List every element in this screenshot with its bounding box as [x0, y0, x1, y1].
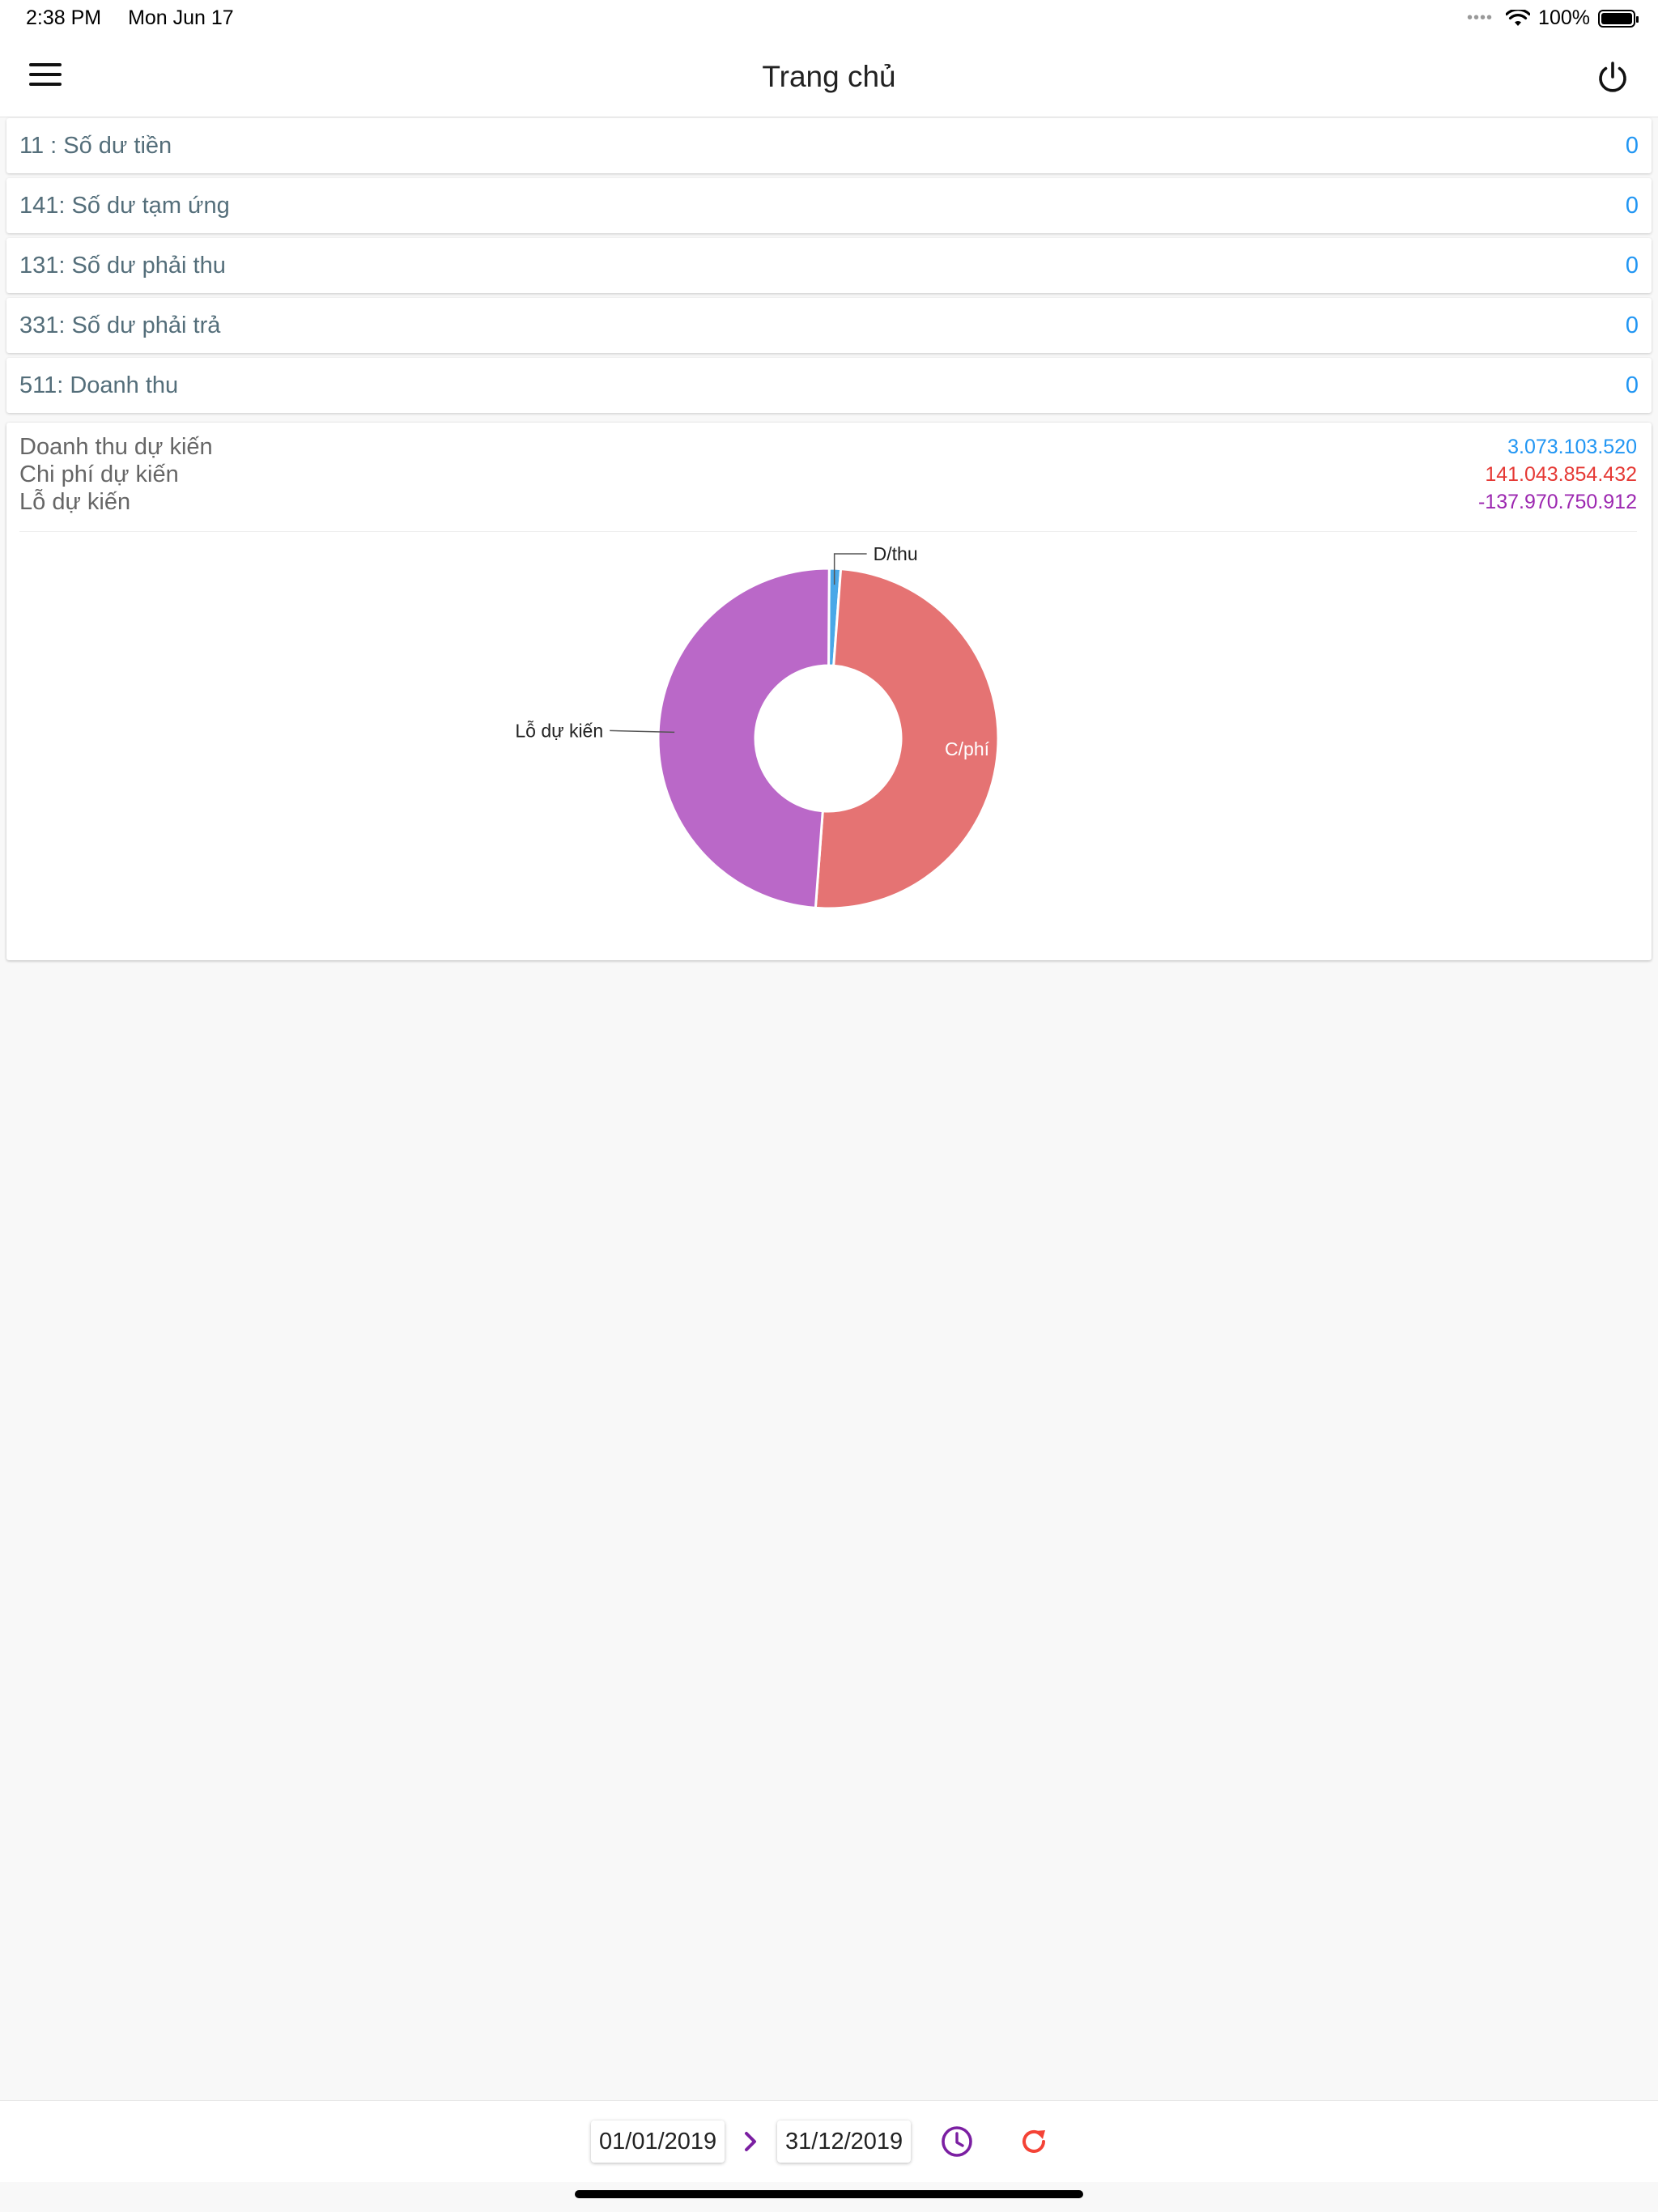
account-value: 0: [1625, 313, 1639, 338]
date-range-bar: 01/01/2019 31/12/2019: [0, 2100, 1658, 2182]
summary-loss-label: Lỗ dự kiến: [19, 489, 131, 515]
summary-loss-value: -137.970.750.912: [1477, 491, 1637, 513]
status-right: •••• 100%: [1467, 6, 1639, 30]
wifi-icon: [1506, 9, 1531, 26]
clock-icon[interactable]: [939, 2124, 975, 2159]
summary-card: Doanh thu dự kiến 3.073.103.520 Chi phí …: [6, 423, 1652, 960]
date-to-button[interactable]: 31/12/2019: [777, 2121, 912, 2163]
summary-revenue-row: Doanh thu dự kiến 3.073.103.520: [19, 434, 1637, 462]
battery-percent: 100%: [1538, 6, 1590, 29]
refresh-icon[interactable]: [1016, 2124, 1052, 2159]
summary-cost-label: Chi phí dự kiến: [19, 462, 179, 487]
account-list: 11 : Số dư tiền 0 141: Số dư tạm ứng 0 1…: [6, 118, 1652, 418]
account-label: 131: Số dư phải thu: [19, 253, 226, 279]
account-row-511[interactable]: 511: Doanh thu 0: [6, 358, 1652, 413]
status-date: Mon Jun 17: [128, 6, 234, 29]
account-row-141[interactable]: 141: Số dư tạm ứng 0: [6, 178, 1652, 233]
account-row-131[interactable]: 131: Số dư phải thu 0: [6, 238, 1652, 293]
donut-label-0: D/thu: [874, 543, 918, 564]
summary-revenue-label: Doanh thu dự kiến: [19, 434, 213, 460]
status-left: 2:38 PM Mon Jun 17: [26, 6, 255, 30]
home-indicator: [575, 2190, 1083, 2198]
account-value: 0: [1625, 253, 1639, 279]
account-label: 331: Số dư phải trả: [19, 313, 221, 338]
app-header: Trang chủ: [0, 39, 1658, 117]
summary-revenue-value: 3.073.103.520: [1507, 436, 1637, 458]
summary-cost-row: Chi phí dự kiến 141.043.854.432: [19, 462, 1637, 489]
status-bar: 2:38 PM Mon Jun 17 •••• 100%: [0, 0, 1658, 39]
page-title: Trang chủ: [762, 60, 896, 93]
account-value: 0: [1625, 193, 1639, 219]
battery-icon: [1598, 9, 1639, 28]
donut-label-1: C/phí: [945, 738, 990, 759]
summary-divider: [19, 531, 1637, 532]
account-label: 11 : Số dư tiền: [19, 133, 172, 159]
signal-dots-icon: ••••: [1467, 9, 1494, 27]
summary-cost-value: 141.043.854.432: [1485, 463, 1637, 486]
status-time: 2:38 PM: [26, 6, 102, 29]
donut-label-2: Lỗ dự kiến: [515, 720, 603, 741]
account-row-331[interactable]: 331: Số dư phải trả 0: [6, 298, 1652, 353]
account-label: 511: Doanh thu: [19, 372, 179, 398]
account-value: 0: [1625, 372, 1639, 398]
donut-chart: D/thu C/phí Lỗ dự kiến: [515, 543, 1000, 910]
account-value: 0: [1625, 133, 1639, 159]
account-row-11[interactable]: 11 : Số dư tiền 0: [6, 118, 1652, 173]
date-from-button[interactable]: 01/01/2019: [591, 2121, 725, 2163]
power-icon[interactable]: [1595, 60, 1630, 96]
summary-loss-row: Lỗ dự kiến -137.970.750.912: [19, 489, 1637, 517]
chevron-right-icon: [745, 2132, 756, 2151]
account-label: 141: Số dư tạm ứng: [19, 193, 230, 219]
donut-slice-2: [657, 567, 831, 910]
